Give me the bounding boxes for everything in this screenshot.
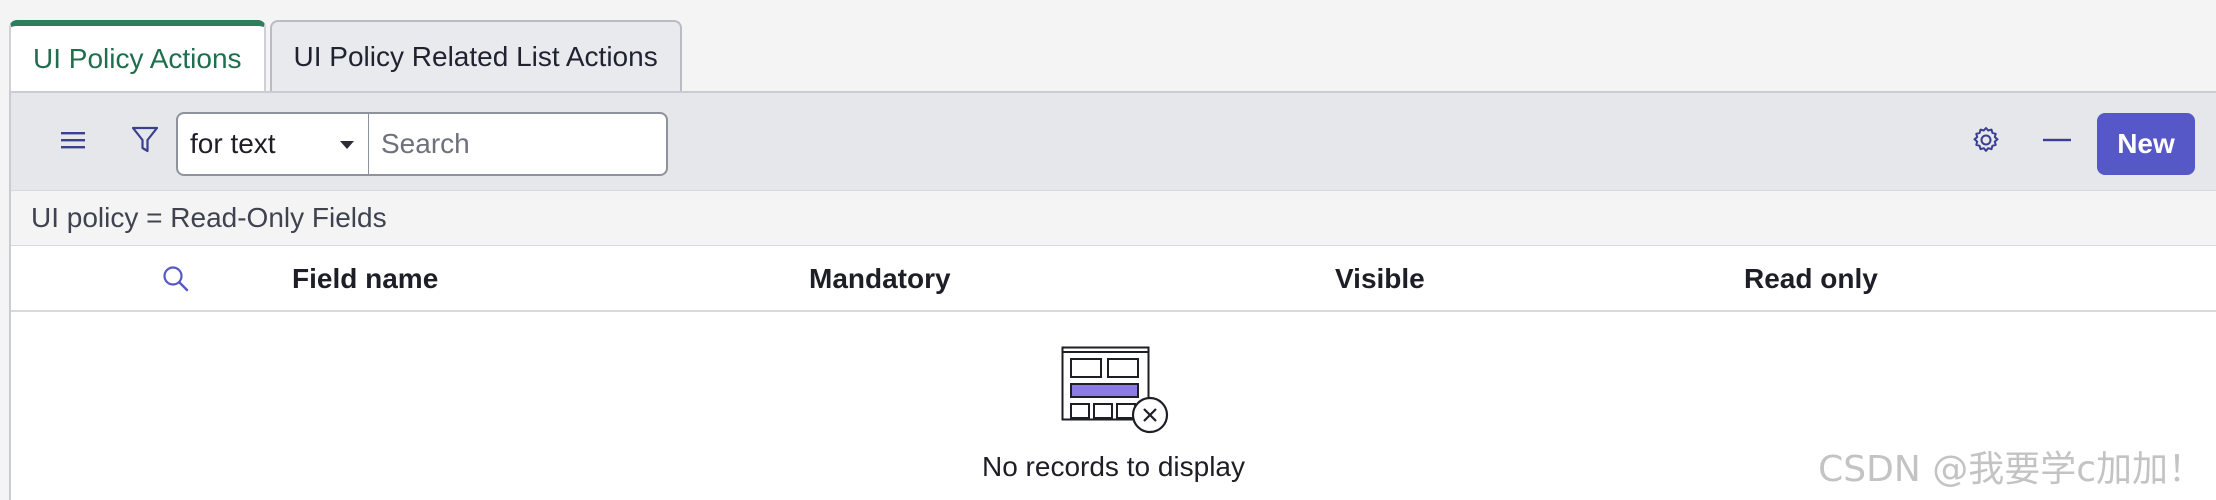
- search-icon[interactable]: [161, 264, 191, 294]
- hamburger-icon[interactable]: [53, 120, 93, 160]
- breadcrumb-condition[interactable]: UI policy = Read-Only Fields: [31, 202, 387, 234]
- new-button[interactable]: New: [2097, 113, 2195, 175]
- tab-bar: UI Policy Actions UI Policy Related List…: [9, 20, 682, 92]
- related-list-panel: for text New UI policy = Read-Only Field…: [9, 91, 2216, 500]
- list-header-row: Field name Mandatory Visible Read only: [11, 246, 2216, 312]
- empty-list-icon: [1061, 346, 1169, 434]
- search-field-select[interactable]: for text: [176, 112, 369, 176]
- column-header-label: Read only: [1744, 263, 1878, 294]
- empty-message-text: No records to display: [981, 451, 1245, 482]
- tab-ui-policy-actions[interactable]: UI Policy Actions: [9, 20, 266, 92]
- column-header-label: Field name: [292, 263, 439, 294]
- column-header-label: Visible: [1335, 263, 1425, 294]
- watermark: CSDN @我要学c加加！: [1818, 449, 2204, 490]
- column-header-mandatory[interactable]: Mandatory: [809, 246, 951, 312]
- minus-icon[interactable]: [2037, 120, 2077, 160]
- funnel-icon[interactable]: [125, 120, 165, 160]
- column-header-label: Mandatory: [809, 263, 951, 294]
- search-input[interactable]: [368, 112, 668, 176]
- ui-policy-page: UI Policy Actions UI Policy Related List…: [0, 0, 2216, 500]
- caret-down-icon: [340, 141, 354, 149]
- gear-icon[interactable]: [1966, 120, 2006, 160]
- tab-ui-policy-related-list-actions[interactable]: UI Policy Related List Actions: [269, 20, 682, 92]
- tab-label: UI Policy Actions: [33, 43, 242, 74]
- tab-label: UI Policy Related List Actions: [293, 41, 658, 72]
- column-header-field-name[interactable]: Field name: [292, 246, 438, 312]
- search-field-value: for text: [190, 128, 276, 159]
- list-toolbar: for text New: [11, 93, 2216, 190]
- column-header-read-only[interactable]: Read only: [1744, 246, 1878, 312]
- breadcrumb[interactable]: UI policy = Read-Only Fields: [11, 190, 2216, 246]
- column-header-visible[interactable]: Visible: [1335, 246, 1425, 312]
